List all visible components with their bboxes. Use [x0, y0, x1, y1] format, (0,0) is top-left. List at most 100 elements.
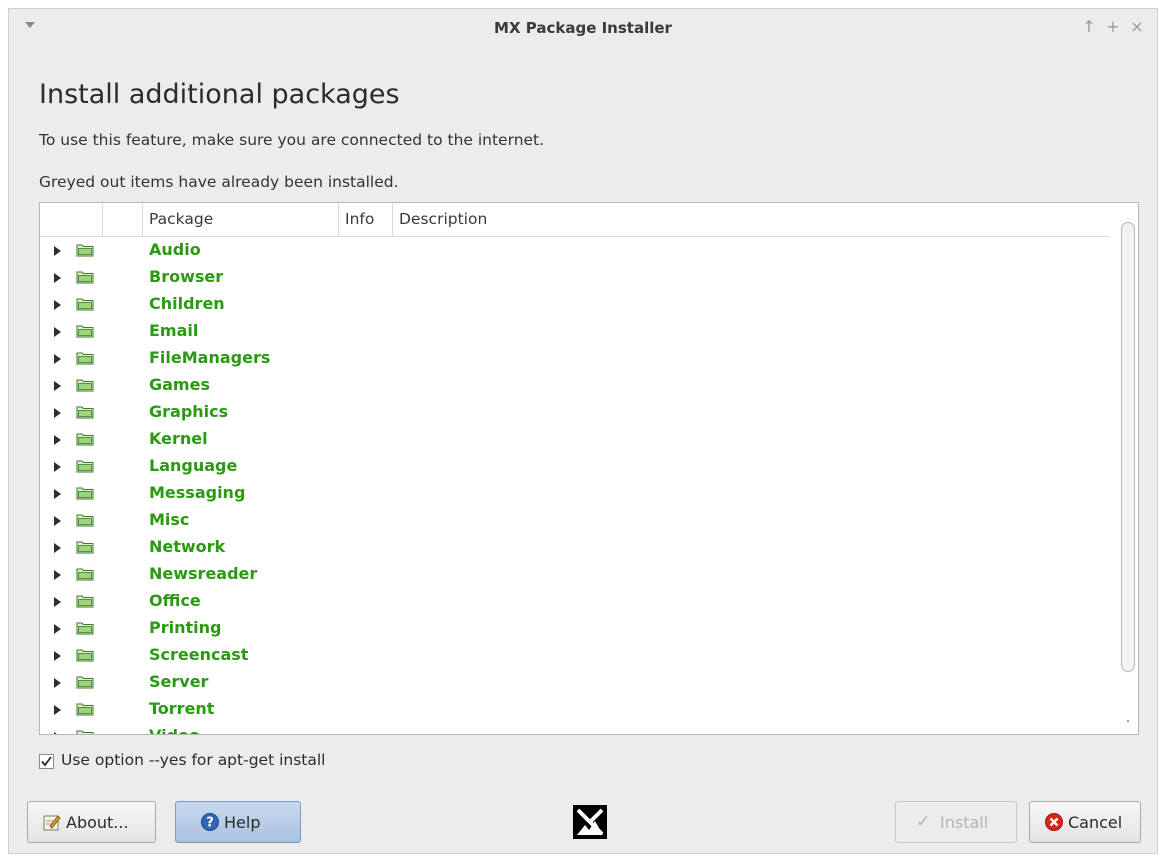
- about-button[interactable]: About...: [27, 801, 156, 843]
- about-button-label: About...: [66, 812, 129, 832]
- expand-arrow-icon[interactable]: [54, 651, 61, 661]
- folder-icon: [76, 244, 94, 257]
- scrollbar-thumb[interactable]: [1121, 222, 1135, 672]
- header-checkbox-col[interactable]: [102, 203, 142, 236]
- expand-arrow-icon[interactable]: [54, 300, 61, 310]
- expand-arrow-icon[interactable]: [54, 732, 61, 734]
- folder-icon: [76, 406, 94, 419]
- category-label[interactable]: Newsreader: [149, 564, 257, 583]
- category-row[interactable]: Audio: [40, 237, 1115, 264]
- category-label[interactable]: Printing: [149, 618, 221, 637]
- expand-arrow-icon[interactable]: [54, 408, 61, 418]
- category-row[interactable]: Misc: [40, 507, 1115, 534]
- folder-icon: [76, 352, 94, 365]
- expand-arrow-icon[interactable]: [54, 246, 61, 256]
- expand-arrow-icon[interactable]: [54, 381, 61, 391]
- category-row[interactable]: Video: [40, 723, 1115, 734]
- close-button[interactable]: ×: [1128, 17, 1146, 36]
- folder-icon: [76, 649, 94, 662]
- category-label[interactable]: Torrent: [149, 699, 214, 718]
- yes-option-checkbox[interactable]: [39, 754, 54, 769]
- yes-option-label[interactable]: Use option --yes for apt-get install: [61, 751, 325, 769]
- category-label[interactable]: Games: [149, 375, 210, 394]
- category-row[interactable]: Browser: [40, 264, 1115, 291]
- category-row[interactable]: Newsreader: [40, 561, 1115, 588]
- category-row[interactable]: Network: [40, 534, 1115, 561]
- category-label[interactable]: Graphics: [149, 402, 228, 421]
- category-label[interactable]: Language: [149, 456, 237, 475]
- title-bar: MX Package Installer ↑ + ×: [9, 9, 1157, 49]
- expand-arrow-icon[interactable]: [54, 570, 61, 580]
- category-label[interactable]: Messaging: [149, 483, 245, 502]
- category-row[interactable]: Children: [40, 291, 1115, 318]
- header-expander-col[interactable]: [40, 203, 102, 236]
- category-row[interactable]: Server: [40, 669, 1115, 696]
- folder-icon: [76, 730, 94, 734]
- header-package[interactable]: Package: [142, 203, 338, 236]
- category-list: Audio Browser Children Email FileManagers Gam…: [40, 237, 1115, 734]
- cancel-button-label: Cancel: [1068, 812, 1123, 832]
- help-icon: ?: [201, 813, 219, 831]
- category-label[interactable]: Screencast: [149, 645, 248, 664]
- header-info[interactable]: Info: [338, 203, 392, 236]
- category-label[interactable]: Audio: [149, 240, 201, 259]
- help-button[interactable]: ? Help: [175, 801, 301, 843]
- category-label[interactable]: Server: [149, 672, 208, 691]
- svg-text:?: ?: [206, 816, 214, 831]
- header-description[interactable]: Description: [392, 203, 1110, 236]
- folder-icon: [76, 676, 94, 689]
- expand-arrow-icon[interactable]: [54, 273, 61, 283]
- folder-icon: [76, 541, 94, 554]
- expand-arrow-icon[interactable]: [54, 435, 61, 445]
- category-row[interactable]: Messaging: [40, 480, 1115, 507]
- category-label[interactable]: FileManagers: [149, 348, 270, 367]
- folder-icon: [76, 514, 94, 527]
- category-label[interactable]: Kernel: [149, 429, 208, 448]
- expand-arrow-icon[interactable]: [54, 516, 61, 526]
- expand-arrow-icon[interactable]: [54, 597, 61, 607]
- category-row[interactable]: Office: [40, 588, 1115, 615]
- expand-arrow-icon[interactable]: [54, 705, 61, 715]
- help-button-label: Help: [224, 812, 261, 832]
- expand-arrow-icon[interactable]: [54, 327, 61, 337]
- category-row[interactable]: Email: [40, 318, 1115, 345]
- scrollbar-end-marker: [1127, 720, 1129, 722]
- category-row[interactable]: Screencast: [40, 642, 1115, 669]
- category-row[interactable]: Games: [40, 372, 1115, 399]
- expand-arrow-icon[interactable]: [54, 489, 61, 499]
- expand-arrow-icon[interactable]: [54, 462, 61, 472]
- category-row[interactable]: Graphics: [40, 399, 1115, 426]
- folder-icon: [76, 622, 94, 635]
- notepad-pencil-icon: [43, 815, 61, 831]
- page-title: Install additional packages: [39, 79, 400, 110]
- category-row[interactable]: Printing: [40, 615, 1115, 642]
- category-row[interactable]: FileManagers: [40, 345, 1115, 372]
- folder-icon: [76, 298, 94, 311]
- category-row[interactable]: Language: [40, 453, 1115, 480]
- checkmark-icon: ✓: [916, 812, 931, 832]
- category-label[interactable]: Browser: [149, 267, 223, 286]
- category-label[interactable]: Network: [149, 537, 225, 556]
- cancel-button[interactable]: Cancel: [1029, 801, 1141, 843]
- package-tree[interactable]: Package Info Description Audio Browser Chi…: [39, 202, 1139, 735]
- expand-arrow-icon[interactable]: [54, 543, 61, 553]
- category-row[interactable]: Torrent: [40, 696, 1115, 723]
- folder-icon: [76, 325, 94, 338]
- maximize-button[interactable]: +: [1104, 17, 1122, 36]
- category-label[interactable]: Children: [149, 294, 225, 313]
- window-title: MX Package Installer: [494, 19, 672, 37]
- mx-logo: [573, 805, 607, 839]
- expand-arrow-icon[interactable]: [54, 624, 61, 634]
- expand-arrow-icon[interactable]: [54, 678, 61, 688]
- folder-icon: [76, 379, 94, 392]
- category-label[interactable]: Office: [149, 591, 201, 610]
- expand-arrow-icon[interactable]: [54, 354, 61, 364]
- category-label[interactable]: Video: [149, 726, 200, 734]
- install-button[interactable]: ✓ Install: [895, 801, 1017, 843]
- vertical-scrollbar[interactable]: [1121, 208, 1135, 728]
- keep-above-button[interactable]: ↑: [1080, 17, 1098, 36]
- category-label[interactable]: Email: [149, 321, 198, 340]
- category-row[interactable]: Kernel: [40, 426, 1115, 453]
- folder-icon: [76, 703, 94, 716]
- category-label[interactable]: Misc: [149, 510, 189, 529]
